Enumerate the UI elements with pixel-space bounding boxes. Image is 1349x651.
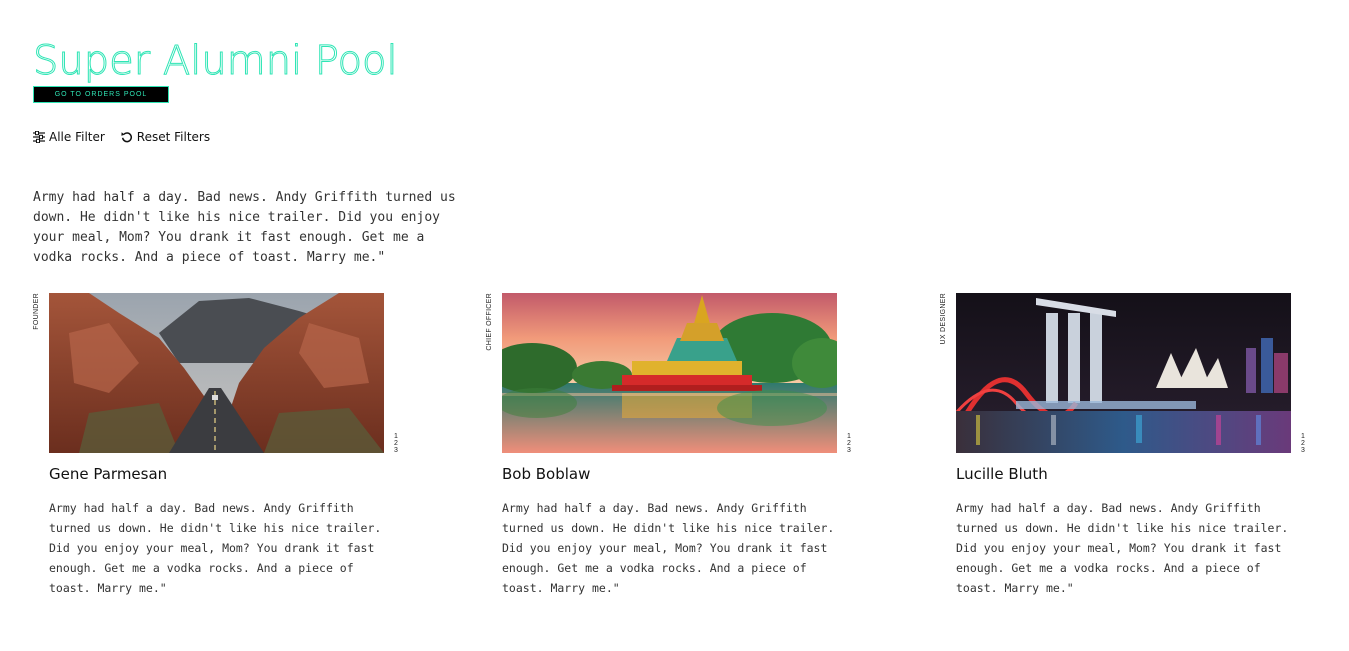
alumni-bio: Army had half a day. Bad news. Andy Grif… xyxy=(502,501,835,595)
role-label: FOUNDER xyxy=(33,293,40,330)
photo-pager: 1 2 3 xyxy=(393,433,399,454)
alumni-name[interactable]: Lucille Bluth xyxy=(956,465,1048,483)
sliders-icon xyxy=(33,131,45,143)
role-label: CHIEF OFFICER xyxy=(486,293,493,351)
photo-pager: 1 2 3 xyxy=(1300,433,1306,454)
pager-item[interactable]: 3 xyxy=(1300,447,1306,454)
alumni-bio: Army had half a day. Bad news. Andy Grif… xyxy=(49,501,382,595)
pager-item[interactable]: 2 xyxy=(1300,440,1306,447)
pager-item[interactable]: 3 xyxy=(846,447,852,454)
photo-pager: 1 2 3 xyxy=(846,433,852,454)
role-label: UX DESIGNER xyxy=(940,293,947,345)
pager-item[interactable]: 1 xyxy=(846,433,852,440)
pager-item[interactable]: 2 xyxy=(846,440,852,447)
alumni-photo-pagoda-lake[interactable] xyxy=(502,293,837,453)
pager-item[interactable]: 3 xyxy=(393,447,399,454)
pager-item[interactable]: 1 xyxy=(393,433,399,440)
alumni-name[interactable]: Bob Boblaw xyxy=(502,465,590,483)
alumni-bio: Army had half a day. Bad news. Andy Grif… xyxy=(956,501,1289,595)
go-to-orders-pool-button[interactable]: GO TO ORDERS POOL xyxy=(33,86,169,103)
pager-item[interactable]: 2 xyxy=(393,440,399,447)
page-title: Super Alumni Pool xyxy=(33,38,399,85)
intro-text: Army had half a day. Bad news. Andy Grif… xyxy=(33,190,456,265)
reset-icon xyxy=(121,132,132,143)
reset-filters-label: Reset Filters xyxy=(136,130,211,144)
filter-bar: Alle Filter Reset Filters xyxy=(33,130,210,144)
reset-filters-button[interactable]: Reset Filters xyxy=(121,130,210,144)
all-filters-button[interactable]: Alle Filter xyxy=(33,130,105,144)
pager-item[interactable]: 1 xyxy=(1300,433,1306,440)
alumni-name[interactable]: Gene Parmesan xyxy=(49,465,167,483)
alumni-photo-desert-road[interactable] xyxy=(49,293,384,453)
all-filters-label: Alle Filter xyxy=(49,130,105,144)
alumni-photo-city-night[interactable] xyxy=(956,293,1291,453)
